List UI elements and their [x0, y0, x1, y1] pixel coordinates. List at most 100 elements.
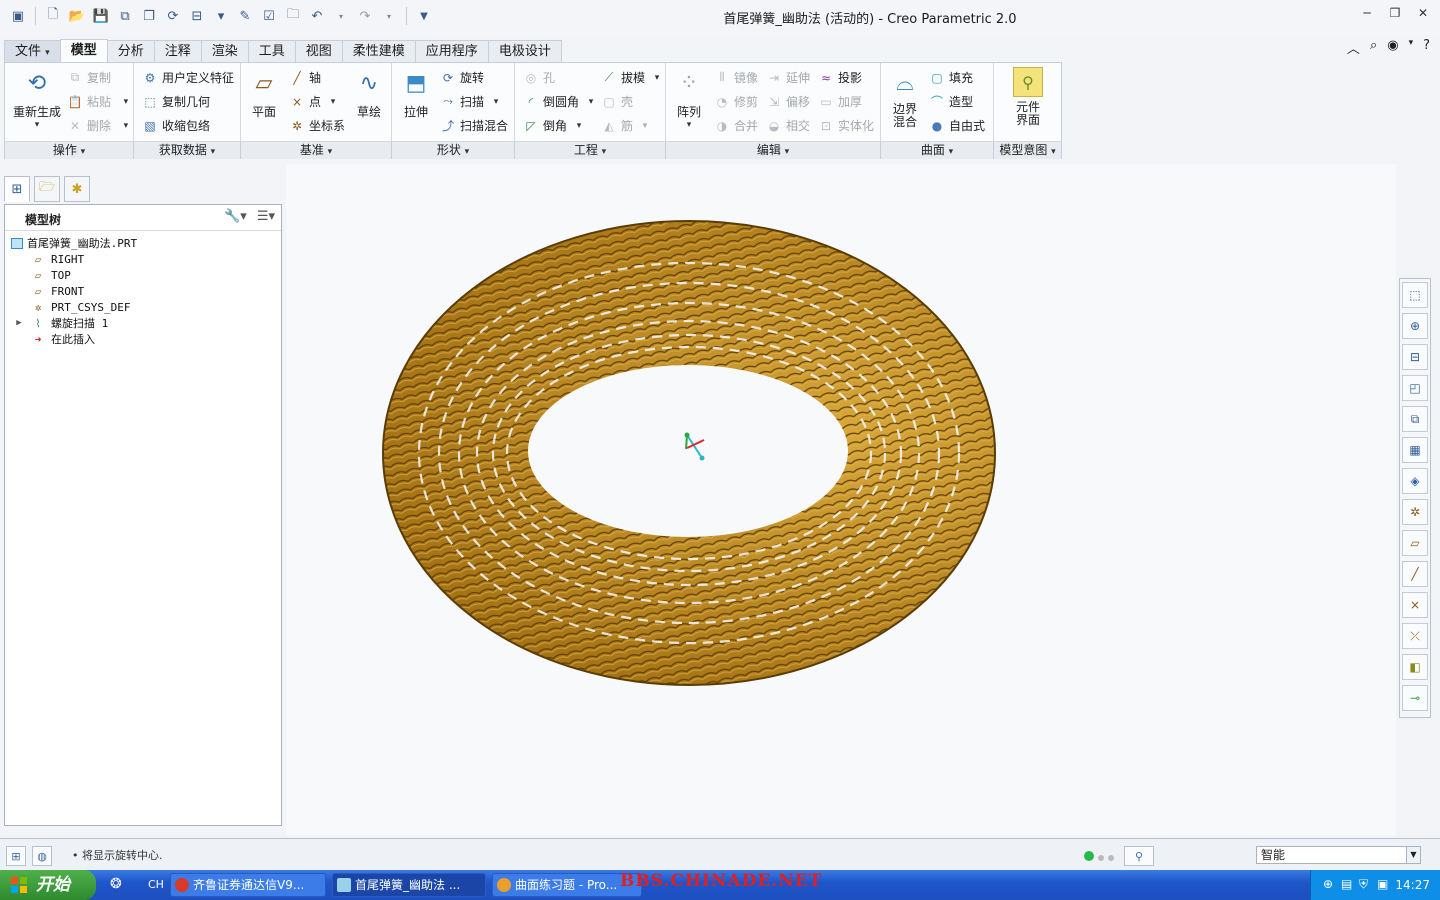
- volume-icon[interactable]: ▤: [1341, 877, 1352, 891]
- group-label-shape[interactable]: 形状 ▾: [392, 141, 515, 159]
- restore-icon[interactable]: ❐: [1386, 6, 1404, 24]
- chamfer-button[interactable]: ◸ 倒角 ▾: [523, 117, 581, 134]
- boundary-blend-button[interactable]: ⌓ 边界混合: [885, 67, 925, 129]
- tab-analysis[interactable]: 分析: [106, 40, 155, 62]
- tree-node-csys[interactable]: ✲ PRT_CSYS_DEF: [5, 299, 281, 315]
- toggle-navigator-icon[interactable]: ⊞: [6, 846, 26, 866]
- datum-display-icon[interactable]: ✲: [1402, 499, 1428, 525]
- group-label-datum[interactable]: 基准 ▾: [241, 141, 392, 159]
- tree-node-front[interactable]: ▱ FRONT: [5, 283, 281, 299]
- delete-button[interactable]: ✕ 删除 ▾: [67, 117, 128, 134]
- show-icon[interactable]: ☰▾: [257, 209, 275, 224]
- favorites-tab[interactable]: ✱: [64, 176, 90, 202]
- expand-icon[interactable]: ▶: [13, 318, 25, 328]
- extrude-button[interactable]: ⬒ 拉伸: [396, 67, 436, 120]
- thicken-button[interactable]: ▭ 加厚: [818, 93, 862, 110]
- regenerate-button[interactable]: ⟲ 重新生成 ▾: [9, 67, 65, 131]
- display-style-icon[interactable]: ◰: [1402, 375, 1428, 401]
- fill-button[interactable]: ▢ 填充: [929, 69, 973, 86]
- close-icon[interactable]: ✕: [1414, 6, 1432, 24]
- offset-button[interactable]: ⇲ 偏移: [766, 93, 810, 110]
- language-indicator[interactable]: CH: [148, 878, 164, 891]
- trim-button[interactable]: ◔ 修剪: [714, 93, 758, 110]
- point-button[interactable]: × 点 ▾: [289, 93, 335, 110]
- group-label-edit[interactable]: 编辑 ▾: [666, 141, 881, 159]
- tab-view[interactable]: 视图: [294, 40, 343, 62]
- extend-button[interactable]: ⇥ 延伸: [766, 69, 810, 86]
- group-label-get-data[interactable]: 获取数据 ▾: [134, 141, 241, 159]
- point-display-icon[interactable]: ×: [1402, 592, 1428, 618]
- tree-node-part[interactable]: 首尾弹簧_幽助法.PRT: [5, 235, 281, 251]
- start-button[interactable]: 开始: [0, 870, 96, 900]
- rib-button[interactable]: ◭ 筋 ▾: [601, 117, 647, 134]
- network-icon[interactable]: ⊕: [1323, 877, 1333, 891]
- security-icon[interactable]: ⛨: [1359, 877, 1368, 892]
- solidify-button[interactable]: ⊡ 实体化: [818, 117, 874, 134]
- csys-display-icon[interactable]: ⤫: [1402, 623, 1428, 649]
- tree-node-insert-here[interactable]: ➜ 在此插入: [5, 331, 281, 347]
- tab-electrode-design[interactable]: 电极设计: [487, 40, 562, 62]
- shell-button[interactable]: ▢ 壳: [601, 93, 633, 110]
- minimize-icon[interactable]: ─: [1358, 6, 1376, 24]
- plane-button[interactable]: ▱ 平面: [245, 67, 283, 120]
- tab-applications[interactable]: 应用程序: [414, 40, 489, 62]
- plane-display-icon[interactable]: ▱: [1402, 530, 1428, 556]
- tree-node-helical-sweep[interactable]: ▶ ⌇ 螺旋扫描 1: [5, 315, 281, 331]
- pattern-button[interactable]: ⁘ 阵列 ▾: [672, 67, 706, 131]
- toggle-browser-icon[interactable]: ◍: [32, 846, 52, 866]
- find-icon[interactable]: ⚲: [1124, 846, 1154, 866]
- tab-tools[interactable]: 工具: [247, 40, 296, 62]
- tree-node-right[interactable]: ▱ RIGHT: [5, 251, 281, 267]
- saved-views-icon[interactable]: ⧉: [1402, 406, 1428, 432]
- udf-button[interactable]: ⚙ 用户定义特征: [142, 69, 234, 86]
- group-label-operations[interactable]: 操作 ▾: [5, 141, 134, 159]
- quick-launch-icon[interactable]: ❂: [110, 876, 122, 892]
- perspective-icon[interactable]: ◈: [1402, 468, 1428, 494]
- style-button[interactable]: ⌒ 造型: [929, 93, 973, 110]
- group-label-engineering[interactable]: 工程 ▾: [515, 141, 666, 159]
- revolve-button[interactable]: ⟳ 旋转: [440, 69, 484, 86]
- display-icon[interactable]: ▣: [1377, 877, 1388, 891]
- tree-node-top[interactable]: ▱ TOP: [5, 267, 281, 283]
- tab-model[interactable]: 模型: [59, 39, 108, 62]
- help-icon[interactable]: ?: [1423, 38, 1430, 57]
- component-interface-button[interactable]: ⚲ 元件界面: [1004, 67, 1052, 127]
- csys-button[interactable]: ✲ 坐标系: [289, 117, 345, 134]
- swept-blend-button[interactable]: ⤴ 扫描混合: [440, 117, 508, 134]
- folder-browser-tab[interactable]: 🗁: [34, 176, 60, 202]
- zoom-in-icon[interactable]: ⊕: [1402, 313, 1428, 339]
- round-button[interactable]: ◜ 倒圆角 ▾: [523, 93, 594, 110]
- torus-spring-model[interactable]: [286, 164, 1396, 836]
- community-icon[interactable]: ◉: [1387, 38, 1398, 57]
- selection-filter[interactable]: 智能 ▼: [1256, 846, 1421, 864]
- copy-geometry-button[interactable]: ⬚ 复制几何: [142, 93, 210, 110]
- graphics-window[interactable]: [286, 164, 1396, 836]
- sweep-button[interactable]: ⤳ 扫描 ▾: [440, 93, 498, 110]
- shrinkwrap-button[interactable]: ▧ 收缩包络: [142, 117, 210, 134]
- zoom-out-icon[interactable]: ⊟: [1402, 344, 1428, 370]
- tab-annotate[interactable]: 注释: [153, 40, 202, 62]
- group-label-surface[interactable]: 曲面 ▾: [881, 141, 994, 159]
- copy-button[interactable]: ⧉ 复制: [67, 69, 111, 86]
- freestyle-button[interactable]: ● 自由式: [929, 117, 985, 134]
- spin-center-display-icon[interactable]: ⊸: [1402, 685, 1428, 711]
- annotation-display-icon[interactable]: ◧: [1402, 654, 1428, 680]
- community-dropdown-icon[interactable]: ▾: [1409, 38, 1414, 57]
- model-tree-tab[interactable]: ⊞: [4, 176, 30, 202]
- sketch-button[interactable]: ∿ 草绘: [351, 67, 387, 120]
- axis-button[interactable]: ╱ 轴: [289, 69, 321, 86]
- group-label-model-intent[interactable]: 模型意图 ▾: [994, 141, 1062, 159]
- axis-display-icon[interactable]: ╱: [1402, 561, 1428, 587]
- merge-button[interactable]: ◑ 合并: [714, 117, 758, 134]
- tab-render[interactable]: 渲染: [200, 40, 249, 62]
- tab-flexible-modeling[interactable]: 柔性建模: [341, 40, 416, 62]
- search-icon[interactable]: ⌕: [1370, 38, 1377, 57]
- hole-button[interactable]: ◎ 孔: [523, 69, 555, 86]
- refit-icon[interactable]: ⬚: [1402, 282, 1428, 308]
- collapse-ribbon-icon[interactable]: ︿: [1347, 38, 1360, 57]
- mirror-button[interactable]: ⫴ 镜像: [714, 69, 758, 86]
- view-manager-icon[interactable]: ▦: [1402, 437, 1428, 463]
- draft-button[interactable]: ⟋ 拔模 ▾: [601, 69, 659, 86]
- clock[interactable]: 14:27: [1395, 878, 1430, 892]
- intersect-button[interactable]: ◒ 相交: [766, 117, 810, 134]
